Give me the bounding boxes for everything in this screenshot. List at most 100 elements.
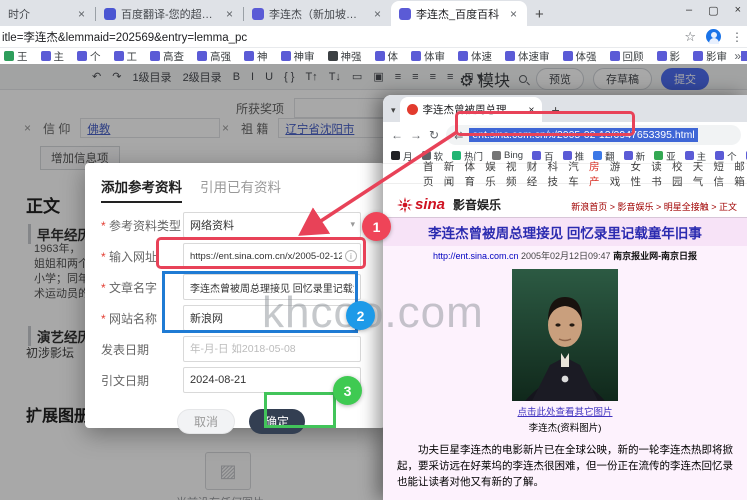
nav-link[interactable]: 视频	[506, 159, 519, 189]
bookmark-favicon	[609, 51, 620, 61]
view-more-photos-link[interactable]: 点击此处查看其它图片	[383, 404, 747, 418]
bookmark-item[interactable]: 高查	[150, 49, 184, 64]
back-icon[interactable]: ←	[391, 128, 403, 142]
tab-3[interactable]: 李连杰（新加坡籍男演员）_百 ×	[244, 2, 391, 26]
minimize-button[interactable]: –	[686, 4, 692, 17]
menu-kebab-icon[interactable]: ⋮	[731, 30, 743, 44]
bookmark-favicon	[280, 51, 291, 61]
site-name-input[interactable]	[183, 305, 361, 331]
source-url[interactable]: http://ent.sina.com.cn	[433, 251, 519, 261]
bookmark-item[interactable]: 神强	[327, 49, 362, 64]
nav-link[interactable]: 体育	[465, 159, 478, 189]
bookmark-favicon	[374, 51, 385, 61]
address-bar[interactable]: itle=李连杰&lemmaid=202569&entry=lemma_pc ☆…	[0, 26, 747, 48]
maximize-button[interactable]: ▢	[708, 4, 718, 17]
nav-link[interactable]: 房产	[589, 159, 602, 189]
bookmark-star-icon[interactable]: ☆	[684, 29, 696, 45]
bookmark-item[interactable]: 工	[113, 49, 137, 64]
tab-close-icon[interactable]: ×	[224, 7, 235, 21]
tab-add-reference[interactable]: 添加参考资料	[101, 176, 182, 203]
sina-logo[interactable]: sina	[397, 196, 445, 213]
bookmark-item[interactable]: 影	[656, 49, 680, 64]
tab-search-chevron-icon[interactable]: ▾	[391, 105, 396, 116]
reference-type-select[interactable]	[183, 212, 361, 238]
baike-icon	[252, 8, 264, 20]
tab-1[interactable]: 时介 ×	[0, 2, 95, 26]
nav-link[interactable]: 首页	[423, 159, 436, 189]
confirm-button[interactable]: 确定	[248, 409, 305, 434]
field-label-type: 参考资料类型	[101, 217, 183, 234]
sina-starburst-icon	[397, 196, 413, 213]
sina-nav-menu: 首页 新闻 体育 娱乐 视频 财经 科技 汽车 房产 游戏 女性 读书 校园 天气 短信 邮箱	[383, 161, 747, 188]
nav-link[interactable]: 新闻	[444, 159, 457, 189]
new-tab-button[interactable]: +	[552, 102, 560, 118]
info-icon: i	[345, 250, 357, 262]
bookmark-item[interactable]: 神审	[280, 49, 315, 64]
source-name: 南京报业网-南京日报	[613, 251, 698, 261]
nav-link[interactable]: 读书	[651, 159, 664, 189]
baike-icon	[399, 7, 411, 20]
field-label-url: 输入网址	[101, 248, 183, 265]
bookmark-favicon	[113, 51, 124, 61]
bookmark-item[interactable]: 王	[4, 49, 28, 64]
tab-cite-existing[interactable]: 引用已有资料	[200, 176, 281, 203]
bookmark-item[interactable]: 体速	[458, 49, 492, 64]
bookmark-item[interactable]: 体速审	[505, 49, 550, 64]
bookmark-favicon	[693, 51, 703, 61]
article-photo	[512, 269, 618, 401]
nav-link[interactable]: 游戏	[610, 159, 623, 189]
breadcrumb[interactable]: 新浪首页 > 影音娱乐 > 明星全接触 > 正文	[571, 200, 737, 213]
nav-link[interactable]: 汽车	[568, 159, 581, 189]
profile-avatar[interactable]	[706, 29, 721, 44]
bookmarks-overflow-icon[interactable]: »	[730, 49, 741, 63]
nav-link[interactable]: 女性	[631, 159, 644, 189]
tab-close-icon[interactable]: ×	[76, 7, 87, 21]
inner-tab[interactable]: 李连杰曾被周总理接见 回忆录… ×	[399, 97, 542, 122]
new-tab-button[interactable]: +	[535, 6, 544, 23]
bookmark-item[interactable]: 体审	[411, 49, 445, 64]
inner-url-selected-text[interactable]: ent.sina.com.cn/x/2005-02-12/0947653395.…	[469, 128, 698, 142]
forward-icon[interactable]: →	[410, 128, 422, 142]
bookmark-item[interactable]: 娱	[740, 49, 747, 64]
url-text[interactable]: itle=李连杰&lemmaid=202569&entry=lemma_pc	[0, 29, 620, 45]
bookmark-item[interactable]: 神	[244, 49, 268, 64]
cancel-button[interactable]: 取消	[176, 409, 235, 434]
bookmark-favicon	[458, 51, 468, 61]
reload-icon[interactable]: ↻	[429, 128, 439, 142]
nav-link[interactable]: 科技	[548, 159, 561, 189]
bookmark-favicon	[391, 151, 400, 160]
nav-link[interactable]: 短信	[714, 159, 727, 189]
bookmark-item[interactable]: 体强	[562, 49, 597, 64]
tab-2[interactable]: 百度翻译-您的超级翻译伙伴 ×	[96, 2, 243, 26]
nav-link[interactable]: 娱乐	[485, 159, 498, 189]
bookmark-item[interactable]: 月	[391, 149, 413, 163]
field-label-cite-date: 引文日期	[101, 373, 150, 388]
bookmark-item[interactable]: 高强	[197, 49, 231, 64]
publish-date-input[interactable]	[183, 336, 361, 362]
bookmark-favicon	[197, 51, 207, 61]
nav-link[interactable]: 天气	[693, 159, 706, 189]
tab-close-icon[interactable]: ×	[528, 104, 534, 116]
bookmark-item[interactable]: 回顾	[609, 49, 644, 64]
bookmark-favicon	[505, 51, 515, 61]
bookmark-item[interactable]: 影审	[693, 49, 727, 64]
cite-date-input[interactable]	[183, 367, 361, 393]
nav-link[interactable]: 财经	[527, 159, 540, 189]
bookmark-item[interactable]: 主	[40, 49, 64, 64]
tab-close-icon[interactable]: ×	[508, 7, 519, 21]
bookmark-item[interactable]: 个	[77, 49, 101, 64]
tab-active[interactable]: 李连杰_百度百科 ×	[391, 1, 527, 26]
nav-link[interactable]: 校园	[672, 159, 685, 189]
inner-address-bar[interactable]: ⇄ ent.sina.com.cn/x/2005-02-12/094765339…	[446, 125, 741, 145]
article-title: 李连杰曾被周总理接见 回忆录里记载童年旧事	[383, 218, 747, 246]
close-button[interactable]: ×	[735, 4, 741, 17]
nav-link[interactable]: 邮箱	[734, 159, 747, 189]
bookmark-favicon	[40, 51, 51, 61]
sina-page: sina 影音娱乐 新浪首页 > 影音娱乐 > 明星全接触 > 正文 李连杰曾被…	[383, 184, 747, 500]
tab-close-icon[interactable]: ×	[372, 7, 383, 21]
inner-tab-strip: ▾ 李连杰曾被周总理接见 回忆录… × +	[383, 95, 747, 122]
bookmark-item[interactable]: 体	[374, 49, 398, 64]
article-name-input[interactable]	[183, 274, 361, 300]
url-input[interactable]	[183, 243, 361, 269]
photo-caption: 李连杰(资料图片)	[528, 423, 602, 434]
